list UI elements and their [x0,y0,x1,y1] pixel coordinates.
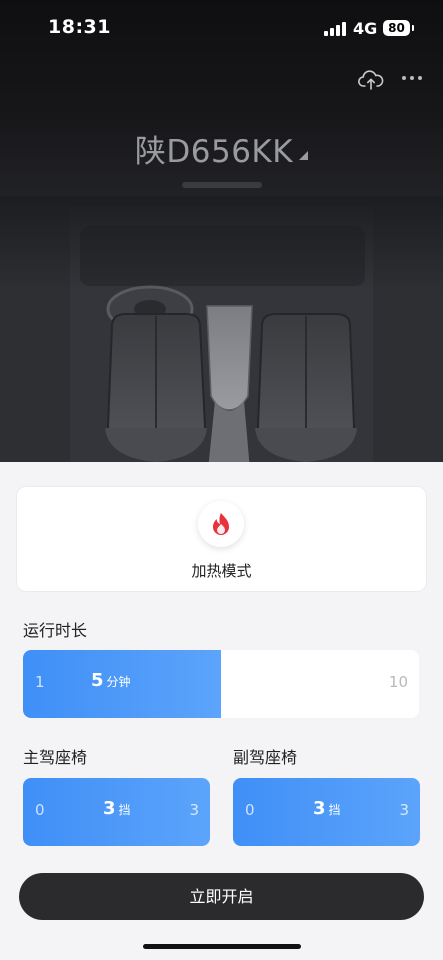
status-time: 18:31 [48,16,111,38]
driver-seat-max: 3 [189,801,199,819]
duration-value: 5 [91,670,104,691]
plate-number: 陕D656KK [134,134,294,170]
signal-icon [324,22,346,36]
duration-value-display: 5 分钟 [91,670,131,691]
mode-icon-button[interactable] [198,501,244,547]
start-now-button[interactable]: 立即开启 [19,873,424,920]
driver-seat-min: 0 [35,801,45,819]
passenger-seat-min: 0 [245,801,255,819]
heating-mode-card[interactable]: 加热模式 [16,486,427,592]
duration-max: 10 [388,673,408,691]
duration-slider[interactable]: 1 5 分钟 10 [23,650,419,718]
duration-unit: 分钟 [106,675,131,689]
status-subtitle-blur [182,182,262,188]
driver-seat-value-display: 3挡 [103,798,131,819]
passenger-seat-level-slider[interactable]: 0 3挡 3 [233,778,420,846]
home-indicator[interactable] [143,944,301,949]
passenger-seat-title: 副驾座椅 [233,748,298,767]
duration-title: 运行时长 [23,621,88,640]
battery-icon: 80 [383,20,414,36]
dropdown-arrow-icon [299,151,309,160]
driver-seat-level-slider[interactable]: 0 3挡 3 [23,778,210,846]
network-type: 4G [353,19,378,38]
cloud-upload-icon[interactable] [358,68,384,92]
control-panel: 加热模式 运行时长 1 5 分钟 10 主驾座椅 副驾座椅 0 3挡 3 0 3挡… [0,462,443,960]
flame-icon [213,513,229,535]
passenger-seat-max: 3 [399,801,409,819]
car-interior-image [0,196,443,470]
more-icon[interactable] [400,75,424,83]
plate-selector[interactable]: 陕D656KK [0,126,443,171]
mode-label: 加热模式 [191,562,252,580]
passenger-seat-value: 3 [313,798,326,819]
car-hero: 18:31 4G 80 陕D656KK [0,0,443,470]
driver-seat-title: 主驾座椅 [23,748,88,767]
driver-seat-unit: 挡 [118,803,131,817]
duration-min: 1 [35,673,45,691]
status-bar: 18:31 4G 80 [0,0,443,58]
passenger-seat-value-display: 3挡 [313,798,341,819]
passenger-seat-unit: 挡 [328,803,341,817]
driver-seat-value: 3 [103,798,116,819]
